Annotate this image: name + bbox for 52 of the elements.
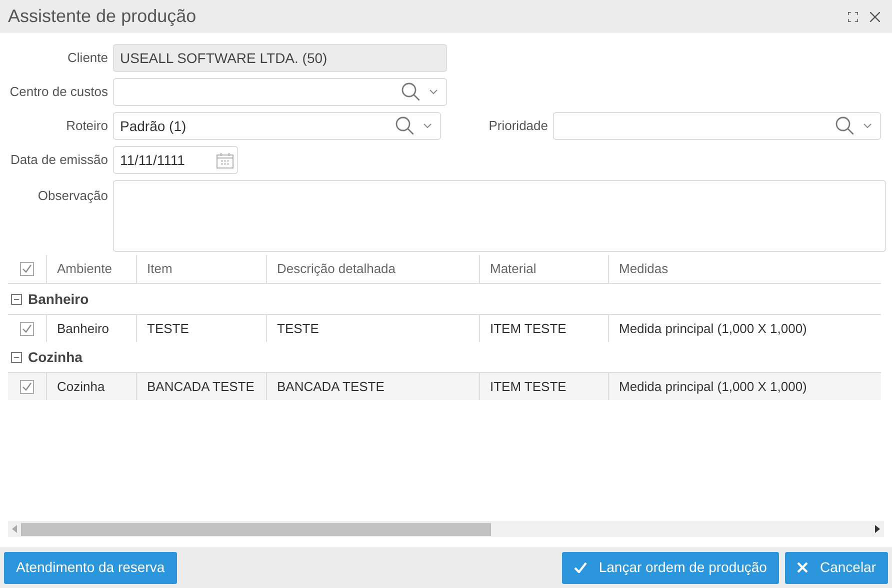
- calendar-icon[interactable]: [216, 152, 234, 168]
- collapse-icon[interactable]: [11, 352, 22, 362]
- field-label: Roteiro: [65, 117, 108, 136]
- table-cell-text: ITEM TESTE: [490, 320, 566, 338]
- date-field[interactable]: 11/11/1111: [113, 146, 238, 174]
- scroll-left-icon[interactable]: [12, 525, 17, 533]
- column-header[interactable]: Material: [490, 259, 536, 279]
- field-label: Centro de custos: [8, 83, 108, 102]
- maximize-icon[interactable]: [848, 12, 858, 22]
- field-label: Data de emissão: [9, 151, 108, 170]
- cost-center-field[interactable]: [113, 78, 447, 106]
- table-cell-text: BANCADA TESTE: [147, 378, 254, 396]
- column-header[interactable]: Descrição detalhada: [277, 259, 396, 279]
- route-field[interactable]: Padrão (1): [113, 112, 441, 140]
- column-header[interactable]: Item: [147, 259, 172, 279]
- field-label: Cliente: [66, 49, 108, 68]
- close-icon: [796, 562, 808, 573]
- horizontal-scrollbar[interactable]: [8, 521, 884, 537]
- search-icon[interactable]: [835, 116, 855, 136]
- group-title: Banheiro: [28, 290, 89, 308]
- close-icon[interactable]: [870, 12, 880, 22]
- table-row[interactable]: Cozinha BANCADA TESTE BANCADA TESTE ITEM TESTE Medida principal (1,000 X 1,000): [8, 373, 881, 400]
- priority-field[interactable]: [553, 112, 881, 140]
- field-label: Prioridade: [488, 117, 548, 136]
- collapse-icon[interactable]: [11, 294, 22, 304]
- table-cell-text: ITEM TESTE: [490, 378, 566, 396]
- column-header[interactable]: Medidas: [619, 259, 668, 279]
- window-title: Assistente de produção: [8, 5, 198, 28]
- checkbox[interactable]: [20, 262, 34, 276]
- search-icon[interactable]: [401, 82, 421, 102]
- check-icon: [574, 562, 587, 573]
- chevron-down-icon[interactable]: [429, 89, 438, 95]
- chevron-down-icon[interactable]: [423, 123, 432, 129]
- column-header[interactable]: Ambiente: [57, 259, 112, 279]
- table-cell-text: Cozinha: [57, 378, 105, 396]
- table-cell-text: Medida principal (1,000 X 1,000): [619, 378, 807, 396]
- field-label: Observação: [36, 187, 108, 205]
- table-cell-text: BANCADA TESTE: [277, 378, 384, 396]
- table-cell-text: TESTE: [147, 320, 189, 338]
- notes-field[interactable]: [113, 180, 886, 252]
- action-button[interactable]: Atendimento da reserva: [4, 552, 177, 584]
- search-icon[interactable]: [395, 116, 415, 136]
- table-cell-text: Banheiro: [57, 320, 110, 338]
- action-button[interactable]: Lançar ordem de produção: [562, 552, 779, 584]
- table-cell-text: TESTE: [277, 320, 319, 338]
- group-title: Cozinha: [28, 348, 82, 366]
- checkbox[interactable]: [20, 380, 34, 394]
- checkbox[interactable]: [20, 322, 34, 336]
- scroll-right-icon[interactable]: [875, 525, 880, 533]
- chevron-down-icon[interactable]: [863, 123, 872, 129]
- action-button[interactable]: Cancelar: [784, 552, 888, 584]
- table-cell-text: Medida principal (1,000 X 1,000): [619, 320, 807, 338]
